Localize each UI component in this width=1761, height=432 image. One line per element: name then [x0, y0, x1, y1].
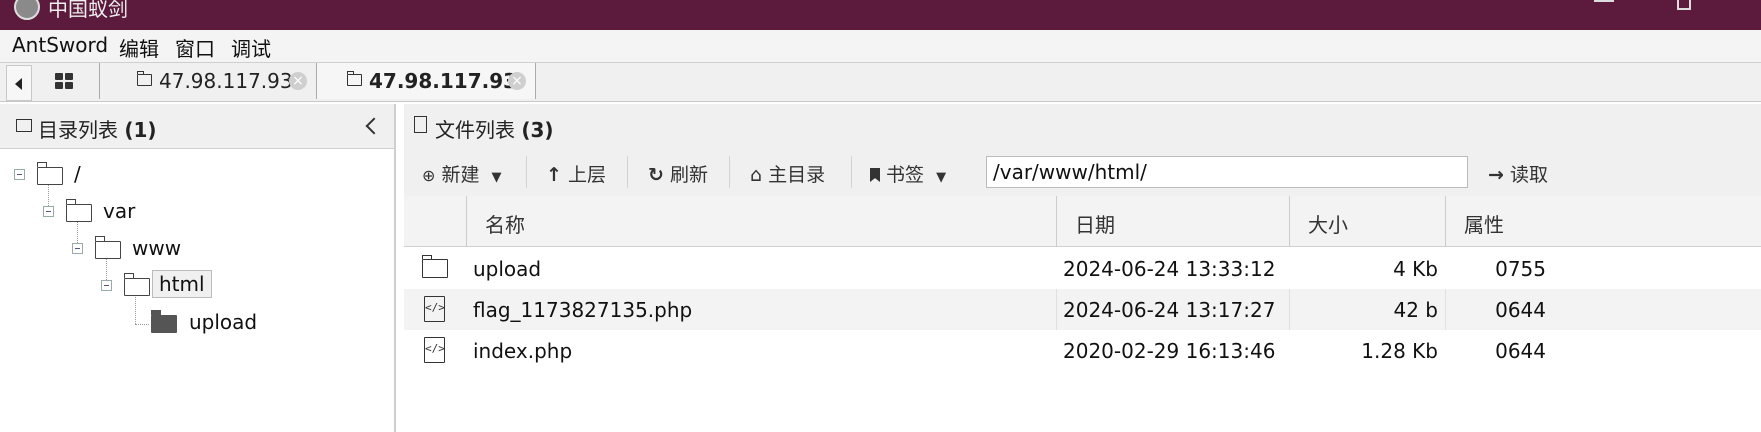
file-icon	[414, 116, 427, 133]
antsword-logo-icon	[14, 0, 40, 20]
collapse-icon[interactable]	[72, 243, 83, 254]
plus-circle-icon: ⊕	[422, 166, 436, 185]
icon-column-header	[404, 196, 467, 246]
folder-icon	[94, 236, 121, 259]
file-list-panel-title: 文件列表 (3)	[435, 118, 554, 142]
code-file-icon: </>	[424, 337, 445, 363]
bookmark-icon	[870, 168, 880, 182]
tab-scroll-left-button[interactable]	[6, 65, 32, 101]
collapse-icon[interactable]	[101, 280, 112, 291]
tab-bar: 47.98.117.93 × 47.98.117.93 ×	[0, 62, 1761, 102]
menu-debug[interactable]: 调试	[231, 33, 271, 62]
folder-icon	[346, 71, 362, 86]
arrow-up-icon: ↑	[546, 164, 562, 186]
collapse-panel-icon[interactable]	[365, 117, 383, 135]
minimize-icon[interactable]	[1594, 0, 1614, 2]
close-icon[interactable]: ×	[508, 72, 526, 90]
caret-down-icon: ▼	[936, 170, 947, 185]
caret-left-icon	[15, 78, 22, 90]
tree-node-html[interactable]: html	[152, 270, 212, 298]
file-size: 4 Kb	[1393, 257, 1438, 281]
tree-node-root[interactable]: /	[74, 162, 81, 186]
column-header-name[interactable]: 名称	[467, 196, 1057, 246]
path-input[interactable]	[986, 156, 1468, 188]
menu-window[interactable]: 窗口	[175, 33, 215, 62]
menu-edit[interactable]: 编辑	[119, 33, 159, 62]
refresh-button[interactable]: ↻ 刷新	[648, 160, 708, 187]
file-size: 1.28 Kb	[1361, 339, 1438, 363]
new-button[interactable]: ⊕ 新建 ▼	[422, 160, 502, 187]
folder-icon	[16, 119, 32, 132]
tab-label: 47.98.117.93	[369, 69, 518, 93]
folder-filled-icon	[150, 310, 177, 333]
file-size: 42 b	[1393, 298, 1438, 322]
arrow-right-icon: →	[1488, 164, 1504, 186]
window-title: 中国蚁剑	[48, 0, 128, 21]
file-list-panel: 文件列表 (3) ⊕ 新建 ▼ ↑ 上层 ↻ 刷新 ⌂ 主目录 书签 ▼ /va…	[404, 104, 1761, 432]
window-titlebar: 中国蚁剑	[0, 0, 1761, 30]
file-row-flag[interactable]: </> flag_1173827135.php 2024-06-24 13:17…	[404, 289, 1761, 330]
tab-home-grid[interactable]	[31, 63, 100, 99]
bookmark-button[interactable]: 书签 ▼	[870, 160, 946, 187]
file-name: index.php	[473, 339, 573, 363]
file-perm: 0644	[1495, 339, 1546, 363]
menu-antsword[interactable]: AntSword	[12, 33, 108, 57]
column-header-perm[interactable]: 属性	[1446, 196, 1761, 246]
tree-node-upload[interactable]: upload	[189, 310, 257, 334]
folder-icon	[65, 199, 92, 222]
column-header-size[interactable]: 大小	[1290, 196, 1446, 246]
file-row-index[interactable]: </> index.php 2020-02-29 16:13:46 1.28 K…	[404, 330, 1761, 371]
read-button[interactable]: → 读取	[1488, 160, 1548, 187]
maximize-icon[interactable]	[1677, 0, 1691, 10]
tree-node-var[interactable]: var	[103, 199, 135, 223]
file-row-upload[interactable]: upload 2024-06-24 13:33:12 4 Kb 0755	[404, 248, 1761, 289]
directory-panel-title: 目录列表 (1)	[38, 118, 157, 142]
directory-tree: / var www html upload	[0, 148, 394, 432]
caret-down-icon: ▼	[491, 170, 502, 185]
folder-icon	[136, 71, 152, 86]
tab-label: 47.98.117.93	[159, 69, 293, 93]
close-icon[interactable]: ×	[289, 72, 307, 90]
file-grid-header: 名称 日期 大小 属性	[404, 196, 1761, 247]
collapse-icon[interactable]	[43, 206, 54, 217]
refresh-icon: ↻	[648, 164, 664, 186]
file-name: upload	[473, 257, 542, 281]
menu-bar: AntSword 编辑 窗口 调试	[0, 30, 1761, 62]
file-date: 2024-06-24 13:33:12	[1063, 257, 1276, 281]
folder-icon	[36, 162, 63, 185]
file-perm: 0755	[1495, 257, 1546, 281]
tree-node-www[interactable]: www	[132, 236, 181, 260]
up-directory-button[interactable]: ↑ 上层	[546, 160, 606, 187]
file-name: flag_1173827135.php	[473, 298, 693, 322]
file-perm: 0644	[1495, 298, 1546, 322]
directory-panel-header: 目录列表 (1)	[0, 104, 394, 149]
home-directory-button[interactable]: ⌂ 主目录	[750, 160, 825, 187]
file-date: 2020-02-29 16:13:46	[1063, 339, 1276, 363]
file-toolbar: ⊕ 新建 ▼ ↑ 上层 ↻ 刷新 ⌂ 主目录 书签 ▼ → 读取	[404, 148, 1761, 197]
code-file-icon: </>	[424, 296, 445, 322]
folder-icon	[421, 255, 448, 278]
directory-panel: 目录列表 (1) / var www html upload	[0, 104, 396, 432]
home-icon: ⌂	[750, 164, 763, 186]
collapse-icon[interactable]	[14, 169, 25, 180]
file-date: 2024-06-24 13:17:27	[1063, 298, 1276, 322]
folder-icon	[123, 273, 150, 296]
grid-icon	[55, 73, 73, 89]
file-list-panel-header: 文件列表 (3)	[404, 104, 1761, 149]
tab-shell-1[interactable]: 47.98.117.93 ×	[100, 63, 317, 99]
tab-shell-2[interactable]: 47.98.117.93 ×	[317, 63, 536, 99]
column-header-date[interactable]: 日期	[1057, 196, 1290, 246]
